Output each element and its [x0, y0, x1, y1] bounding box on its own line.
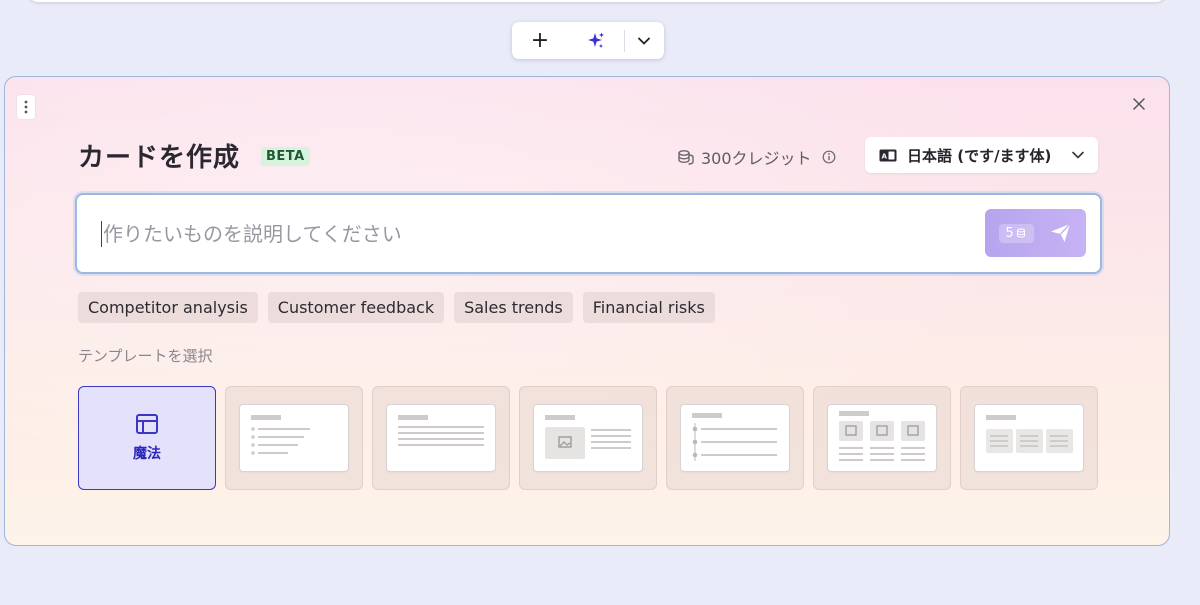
suggestion-chip[interactable]: Financial risks: [582, 292, 715, 323]
panel-title: カードを作成: [78, 143, 241, 173]
template-thumbnail: [828, 405, 936, 471]
close-button[interactable]: [1131, 96, 1147, 112]
credits-text: 300クレジット: [701, 149, 812, 168]
language-icon: A: [879, 149, 897, 161]
template-magic[interactable]: 魔法: [78, 386, 216, 490]
template-bulleted-list[interactable]: [225, 386, 363, 490]
template-thumbnail: [975, 405, 1083, 471]
template-magic-label: 魔法: [133, 446, 161, 462]
send-icon: [1050, 223, 1071, 242]
previous-card-edge: [28, 0, 1166, 2]
template-thumbnail: [681, 405, 789, 471]
svg-text:A: A: [882, 152, 888, 160]
template-image-columns[interactable]: [813, 386, 951, 490]
credits-indicator: 300クレジット: [677, 145, 836, 169]
chevron-down-icon: [1072, 151, 1084, 159]
template-thumbnail: [240, 405, 348, 471]
send-cost-value: 5: [1005, 225, 1014, 241]
template-image-text[interactable]: [519, 386, 657, 490]
language-label: 日本語 (です/ます体): [907, 146, 1052, 165]
template-columns[interactable]: [960, 386, 1098, 490]
add-card-button[interactable]: +: [512, 22, 568, 59]
drag-handle[interactable]: [17, 95, 35, 119]
suggestion-chip[interactable]: Customer feedback: [267, 292, 445, 323]
layout-icon: [136, 414, 158, 434]
template-thumbnail: [387, 405, 495, 471]
template-list: 魔法: [78, 386, 1098, 490]
close-icon: [1133, 98, 1145, 110]
coins-icon: [1016, 228, 1025, 238]
coins-icon: [678, 150, 694, 165]
language-select[interactable]: A 日本語 (です/ます体): [865, 137, 1098, 173]
create-card-panel: カードを作成 BETA 300クレジット A 日本語 (です/ます体) 作りたい…: [4, 76, 1170, 546]
suggestion-chip[interactable]: Competitor analysis: [78, 292, 258, 323]
send-cost-badge: 5: [999, 223, 1034, 243]
prompt-box: 5: [75, 193, 1102, 274]
template-timeline[interactable]: [666, 386, 804, 490]
ai-generate-button[interactable]: [568, 22, 624, 59]
sparkles-icon: [588, 32, 604, 48]
template-text[interactable]: [372, 386, 510, 490]
send-button[interactable]: 5: [985, 209, 1086, 257]
suggestion-chip[interactable]: Sales trends: [454, 292, 573, 323]
templates-label: テンプレートを選択: [78, 347, 213, 365]
beta-badge: BETA: [261, 147, 310, 166]
add-card-toolbar: +: [512, 22, 664, 59]
chevron-down-icon: [638, 37, 650, 45]
prompt-input[interactable]: [101, 215, 975, 253]
vertical-dots-icon: [24, 100, 28, 114]
template-thumbnail: [534, 405, 642, 471]
suggestion-chips: Competitor analysis Customer feedback Sa…: [78, 292, 715, 323]
more-options-button[interactable]: [625, 22, 663, 59]
info-icon[interactable]: [822, 150, 836, 164]
plus-icon: +: [530, 28, 550, 53]
